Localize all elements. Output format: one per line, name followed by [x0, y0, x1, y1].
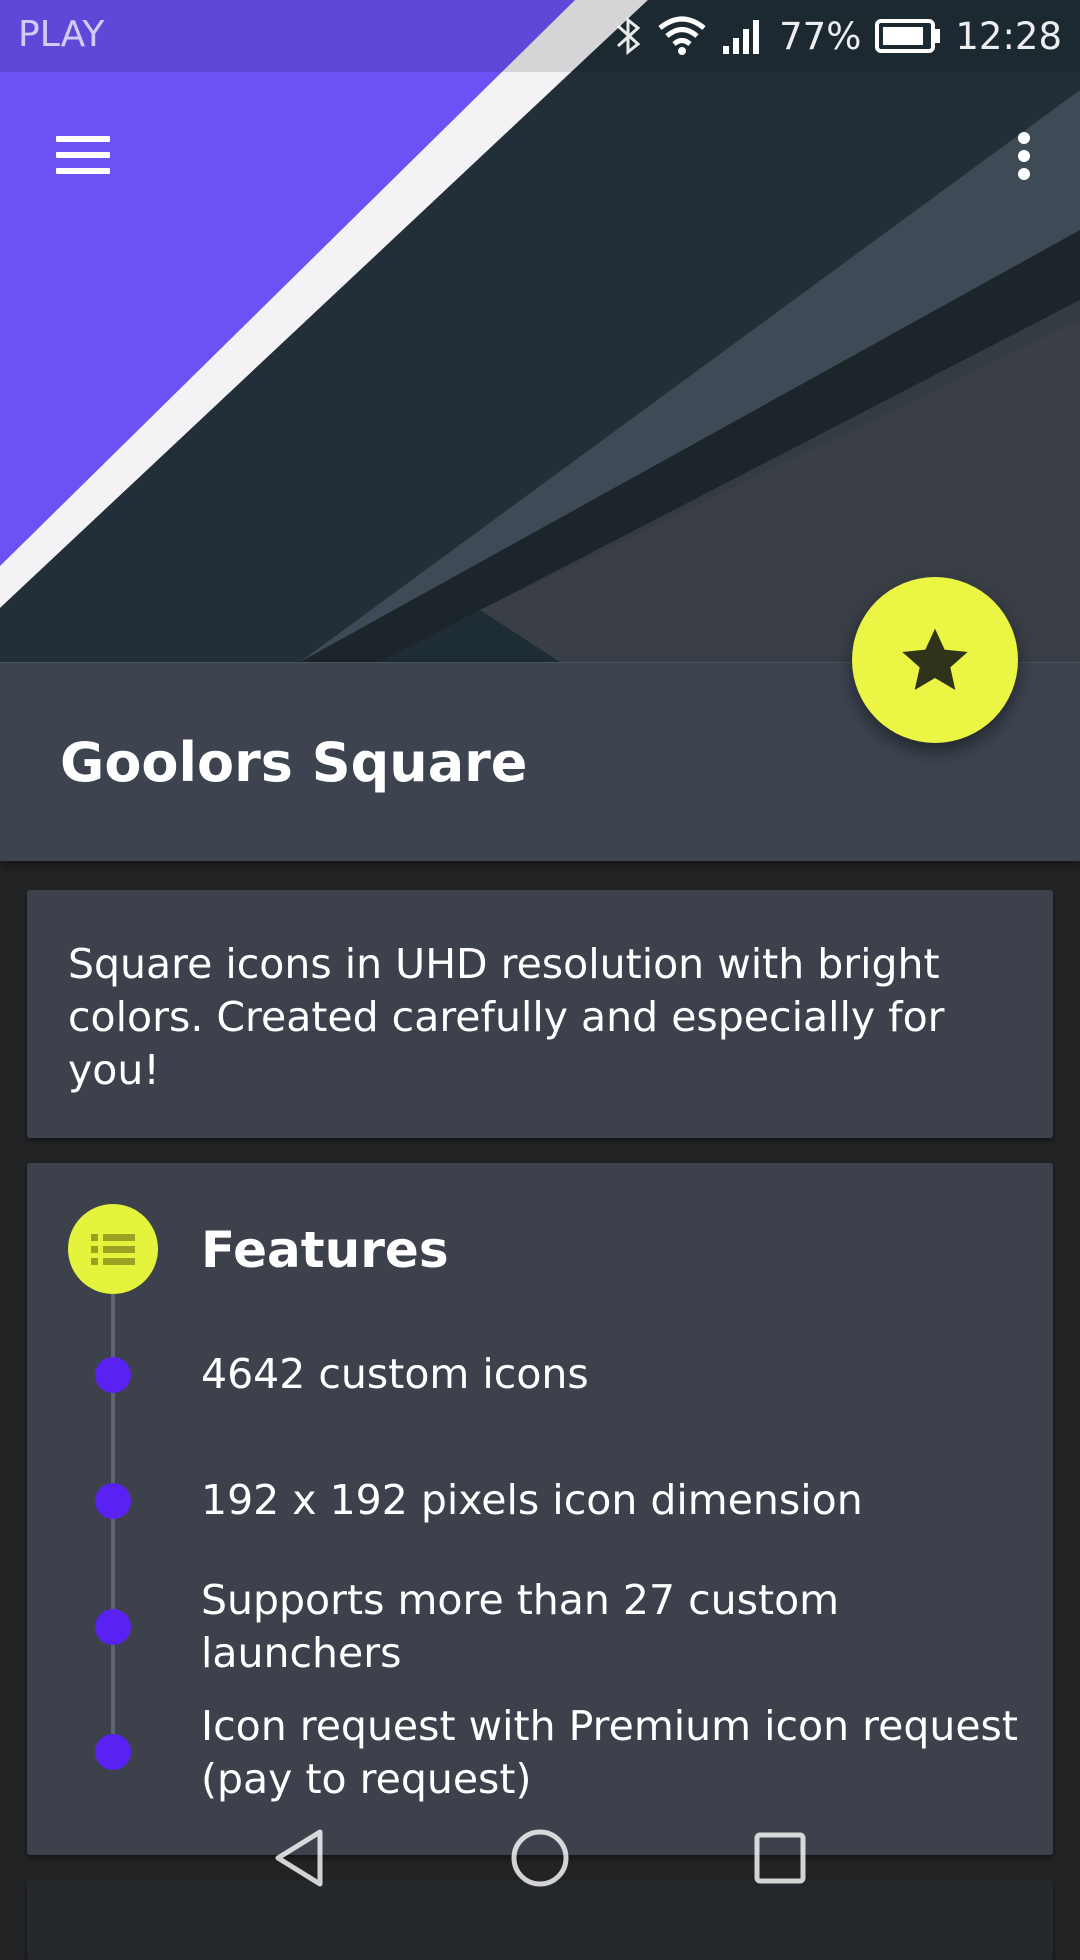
features-heading: Features	[201, 1221, 449, 1279]
feature-text: Icon request with Premium icon request (…	[201, 1702, 1018, 1803]
description-text: Square icons in UHD resolution with brig…	[68, 940, 945, 1094]
wifi-icon	[657, 16, 707, 56]
clock: 12:28	[955, 14, 1062, 58]
battery-icon	[875, 18, 941, 54]
recents-icon[interactable]	[744, 1822, 816, 1894]
features-card: Features 4642 custom icons 192 x 192 pix…	[27, 1163, 1053, 1855]
list-icon	[68, 1204, 158, 1294]
timeline-dot	[95, 1357, 131, 1393]
star-icon	[902, 628, 968, 690]
page-title: Goolors Square	[60, 731, 528, 794]
description-card: Square icons in UHD resolution with brig…	[27, 890, 1053, 1138]
feature-text: 4642 custom icons	[201, 1350, 589, 1398]
bluetooth-icon	[613, 16, 643, 56]
timeline-dot	[95, 1734, 131, 1770]
feature-text: Supports more than 27 custom launchers	[201, 1576, 840, 1677]
timeline-dot	[95, 1483, 131, 1519]
hamburger-menu-icon[interactable]	[48, 130, 120, 182]
header-artwork	[0, 0, 1080, 662]
back-icon[interactable]	[264, 1822, 336, 1894]
favorite-fab-button[interactable]	[852, 577, 1018, 743]
status-bar: PLAY 77% 12:28	[0, 0, 1080, 72]
more-vert-icon[interactable]	[1000, 124, 1048, 188]
signal-icon	[721, 16, 765, 56]
timeline-dot	[95, 1609, 131, 1645]
home-icon[interactable]	[504, 1822, 576, 1894]
carrier-label: PLAY	[18, 14, 105, 55]
battery-percent: 77%	[779, 14, 862, 58]
feature-text: 192 x 192 pixels icon dimension	[201, 1476, 863, 1524]
status-icons: 77% 12:28	[613, 10, 1062, 62]
